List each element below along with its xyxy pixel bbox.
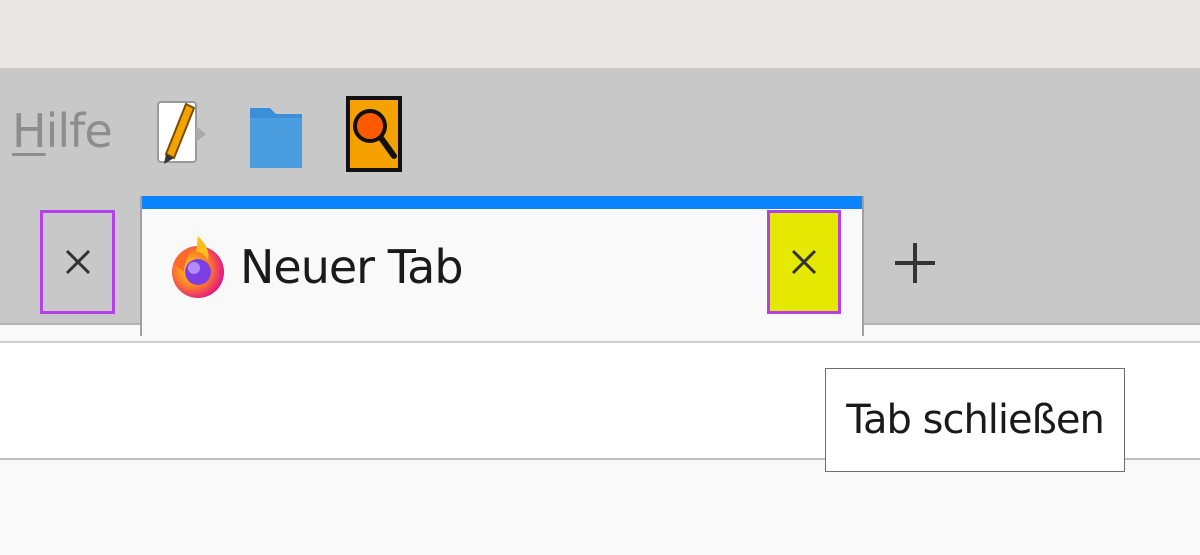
menu-label: ilfe [45, 104, 113, 158]
tab-title: Neuer Tab [240, 240, 464, 294]
new-tab-button[interactable] [880, 225, 950, 300]
edit-document-icon[interactable] [152, 96, 212, 172]
menu-item-help[interactable]: Hilfe [12, 104, 113, 158]
firefox-icon [170, 234, 226, 300]
tab-neuer-tab[interactable]: Neuer Tab [140, 196, 864, 336]
close-icon [791, 249, 817, 275]
folder-icon[interactable] [248, 96, 308, 172]
search-icon[interactable] [346, 96, 406, 172]
menu-accelerator: H [12, 104, 47, 158]
tab-active-indicator [142, 196, 862, 209]
window-titlebar [0, 0, 1200, 68]
close-icon [65, 249, 90, 275]
page-content [0, 460, 1200, 555]
tab-close-button[interactable] [767, 210, 841, 314]
plus-icon [895, 242, 935, 283]
close-tab-button[interactable] [40, 210, 115, 314]
tooltip: Tab schließen [825, 368, 1125, 472]
